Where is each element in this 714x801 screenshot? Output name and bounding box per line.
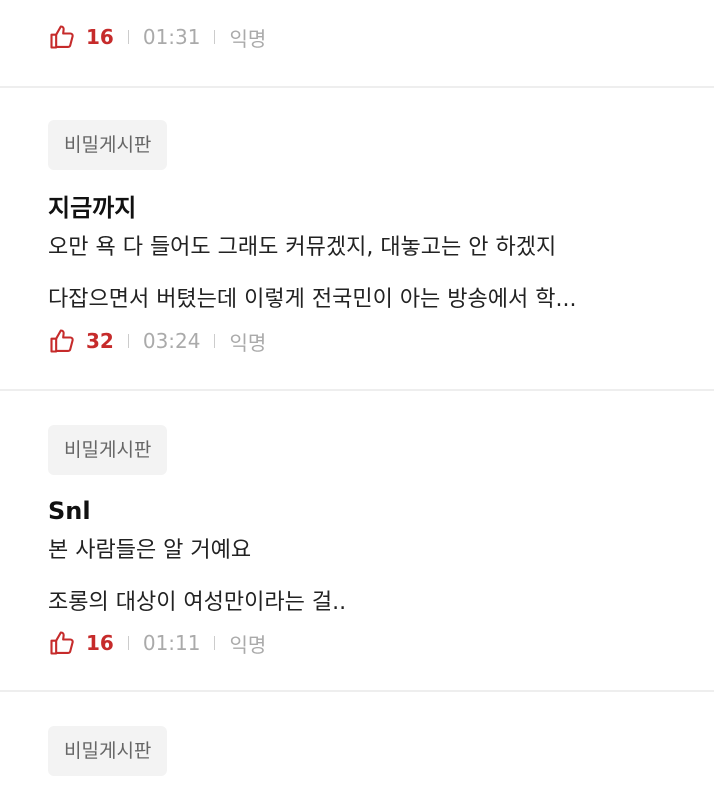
post-item[interactable]: 16 01:31 익명 xyxy=(0,0,714,86)
post-author: 익명 xyxy=(229,632,267,657)
like-count: 16 xyxy=(86,25,114,49)
post-author: 익명 xyxy=(229,26,267,51)
post-meta: 32 03:24 익명 xyxy=(48,326,266,356)
like-count: 16 xyxy=(86,631,114,655)
meta-separator xyxy=(214,30,216,44)
meta-separator xyxy=(214,334,216,348)
board-tag[interactable]: 비밀게시판 xyxy=(48,425,168,475)
post-body-line: 본 사람들은 알 거예요 xyxy=(48,538,252,563)
post-title: 지금까지 xyxy=(48,194,137,222)
post-meta: 16 01:11 익명 xyxy=(48,628,266,658)
thumbs-up-icon[interactable] xyxy=(48,23,76,51)
post-time: 01:31 xyxy=(142,25,201,49)
post-body-line: 오만 욕 다 들어도 그래도 커뮤겠지, 대놓고는 안 하겠지 xyxy=(48,235,557,260)
board-tag[interactable]: 비밀게시판 xyxy=(48,120,168,170)
meta-separator xyxy=(127,334,129,348)
like-count: 32 xyxy=(86,329,114,353)
thumbs-up-icon[interactable] xyxy=(48,327,76,355)
post-author: 익명 xyxy=(229,330,267,355)
board-tag[interactable]: 비밀게시판 xyxy=(48,726,168,776)
post-time: 03:24 xyxy=(142,329,201,353)
post-body: 본 사람들은 알 거예요 조롱의 대상이 여성만이라는 걸.. xyxy=(48,536,688,618)
post-item[interactable]: 비밀게시판 xyxy=(0,692,714,801)
thumbs-up-icon[interactable] xyxy=(48,629,76,657)
post-time: 01:11 xyxy=(142,631,201,655)
meta-separator xyxy=(214,636,216,650)
post-body: 오만 욕 다 들어도 그래도 커뮤겠지, 대놓고는 안 하겠지 다잡으면서 버텼… xyxy=(48,233,688,315)
post-body-line: 조롱의 대상이 여성만이라는 걸.. xyxy=(48,590,347,615)
post-meta: 16 01:31 익명 xyxy=(48,22,266,52)
post-title: Snl xyxy=(48,497,91,525)
post-body-line: 다잡으면서 버텼는데 이렇게 전국민이 아는 방송에서 학... xyxy=(48,287,577,312)
meta-separator xyxy=(127,30,129,44)
meta-separator xyxy=(127,636,129,650)
post-item[interactable]: 비밀게시판 지금까지 오만 욕 다 들어도 그래도 커뮤겠지, 대놓고는 안 하… xyxy=(0,88,714,388)
post-item[interactable]: 비밀게시판 Snl 본 사람들은 알 거예요 조롱의 대상이 여성만이라는 걸.… xyxy=(0,391,714,690)
